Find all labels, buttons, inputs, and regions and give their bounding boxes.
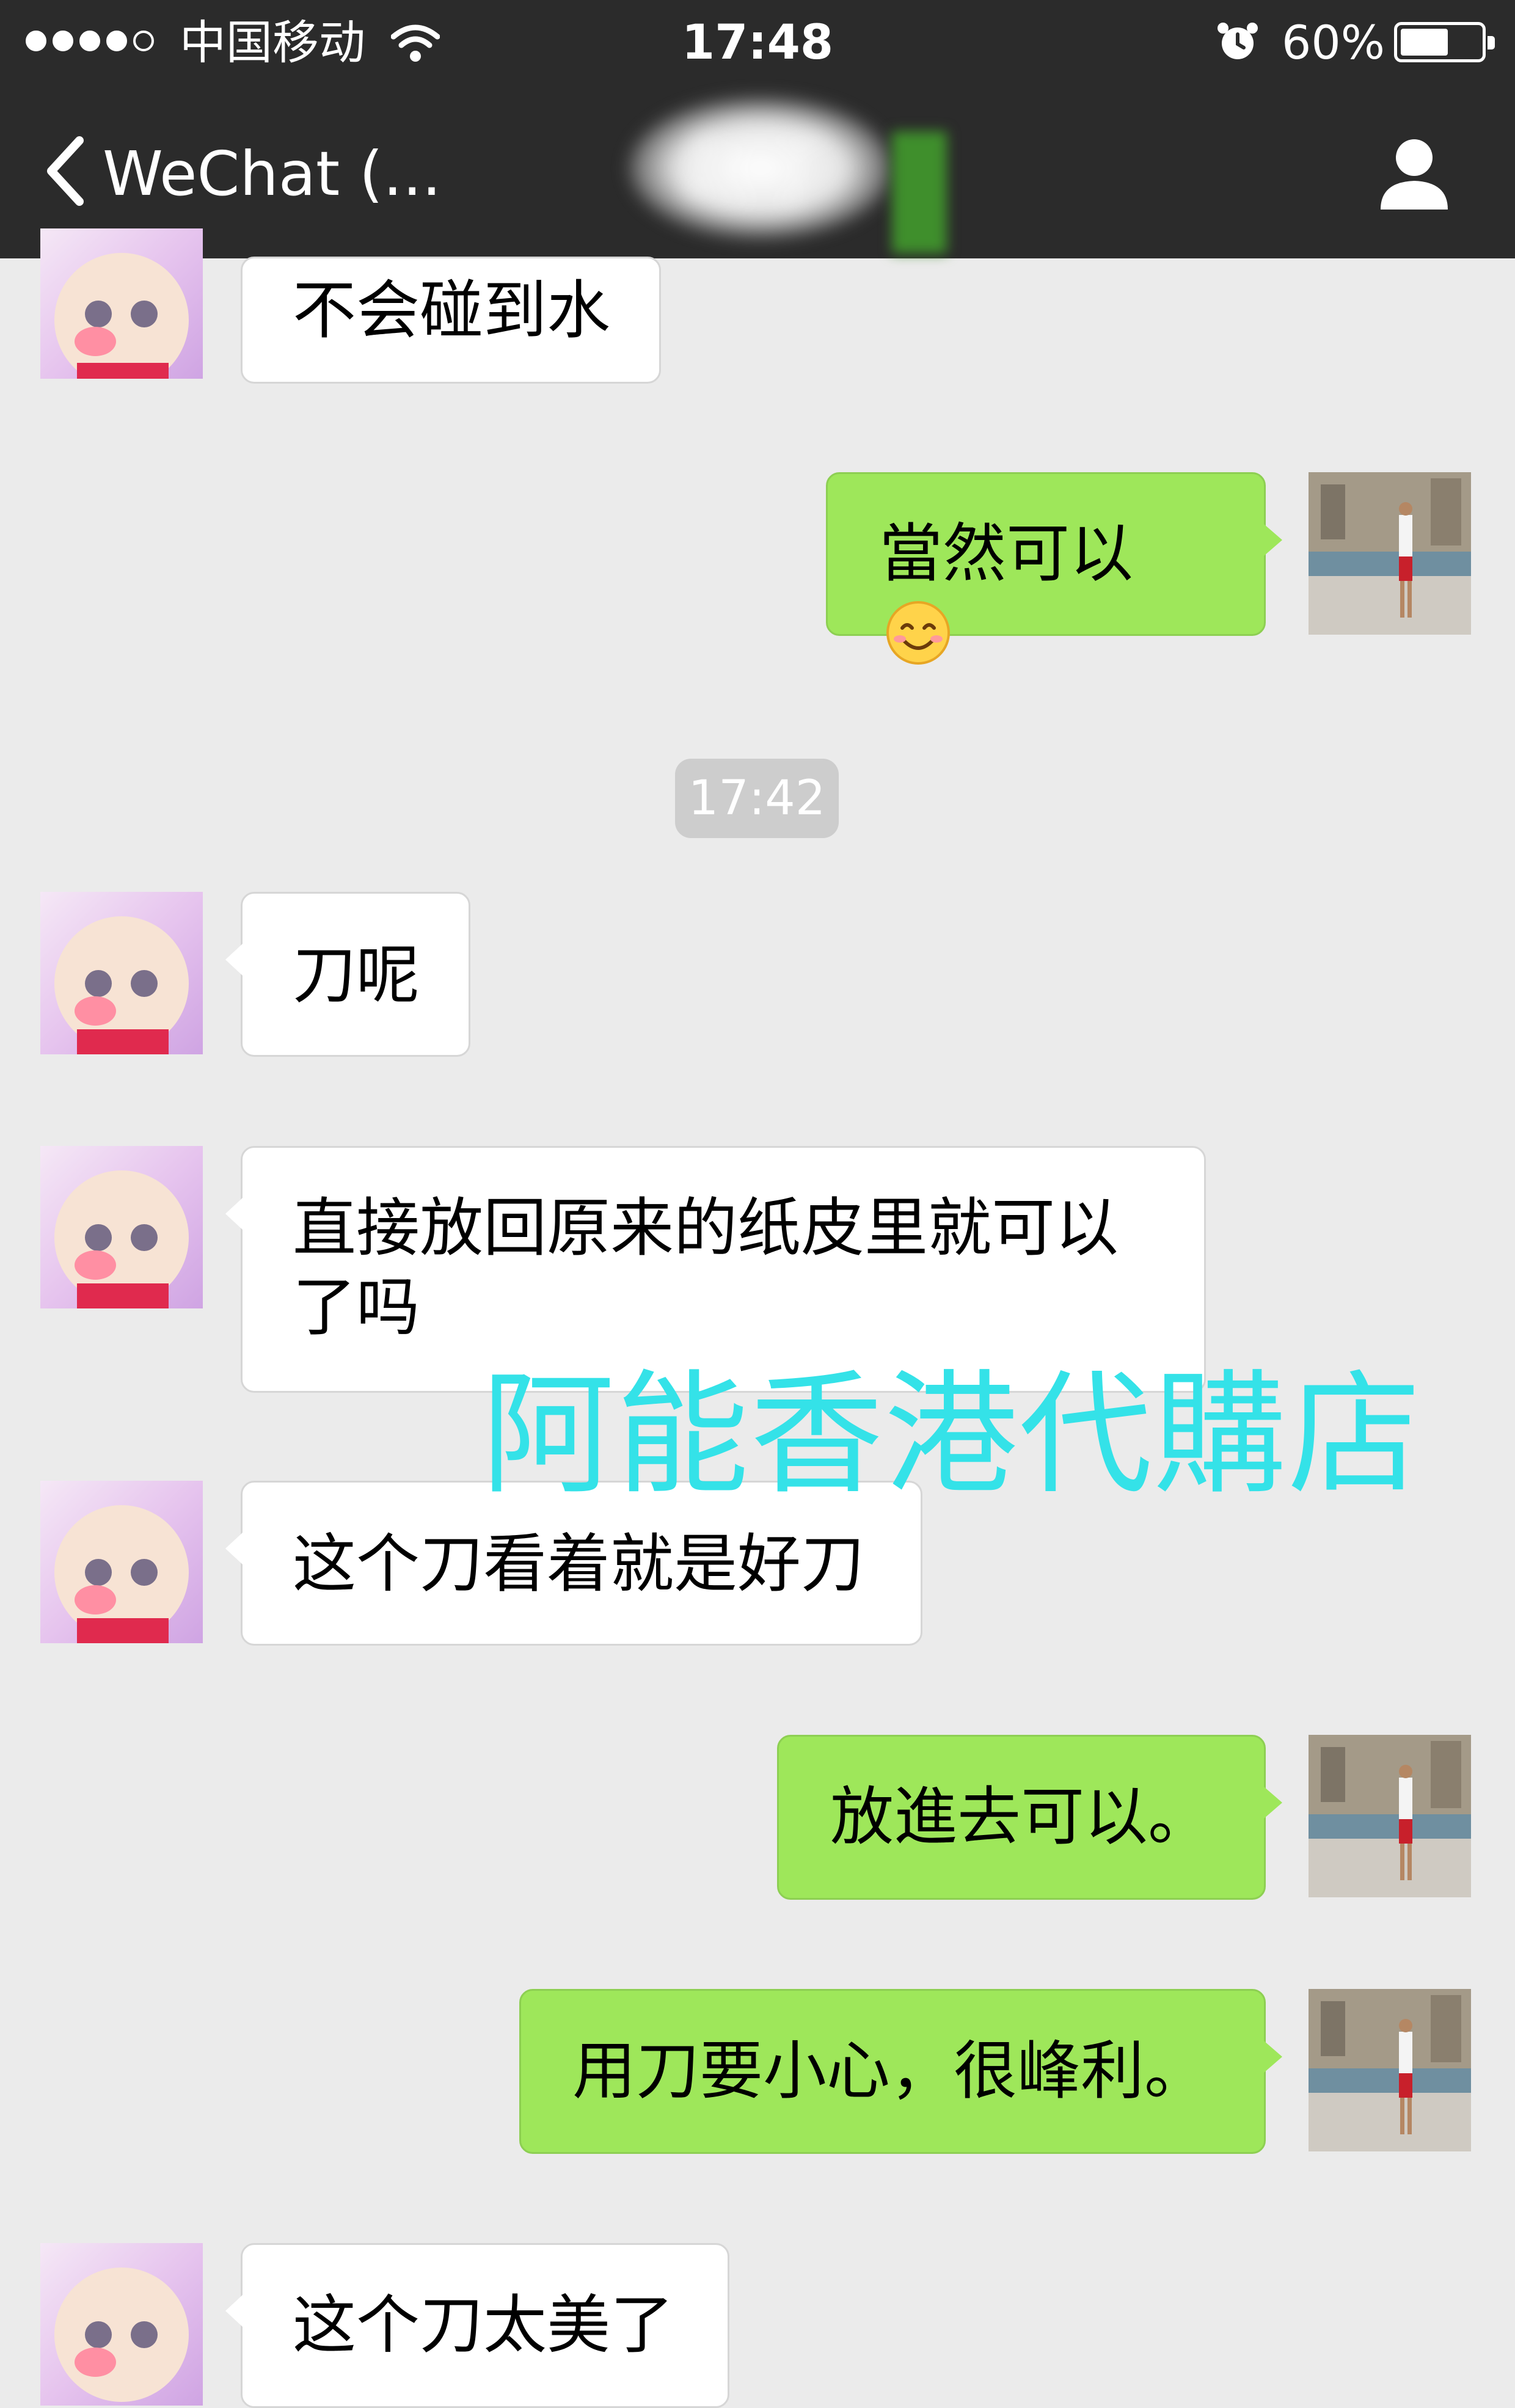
message-text-line: 了吗 [293,1270,420,1344]
message-text: 刀呢 [293,938,420,1012]
back-button[interactable]: WeChat (... [103,134,441,214]
chat-title: 赵丁 [684,128,831,213]
back-chevron-icon[interactable] [38,128,93,214]
message-bubble-received[interactable]: 刀呢 [225,892,470,1057]
message-text: 这个刀看着就是好刀 [293,1527,865,1601]
contact-avatar[interactable] [40,2243,203,2406]
battery-percent: 60% [1282,15,1385,70]
my-avatar[interactable] [1309,1989,1471,2151]
message-text: 这个刀太美了 [293,2288,674,2362]
contact-avatar[interactable] [40,892,203,1054]
alarm-icon [1217,23,1258,59]
message-text: 當然可以 [879,516,1134,591]
message-bubble-sent[interactable]: 用刀要小心，很峰利。 [519,1989,1282,2154]
battery-icon [1394,22,1495,62]
my-avatar[interactable] [1309,472,1471,635]
message-text: 放進去可以。 [830,1779,1212,1854]
message-text: 用刀要小心，很峰利。 [572,2034,1208,2108]
message-bubble-sent[interactable]: 放進去可以。 [777,1735,1282,1900]
title-blur-fragment [892,131,947,254]
watermark-text: 阿能香港代購店 [481,1358,1422,1512]
timestamp-pill: 17:42 [675,759,839,838]
message-bubble-received[interactable]: 这个刀太美了 [225,2243,729,2408]
contact-avatar[interactable] [40,1481,203,1643]
message-text-line: 直接放回原来的纸皮里就可以 [293,1191,1119,1265]
contact-profile-icon[interactable] [1374,133,1454,213]
message-bubble-sent[interactable]: 當然可以 [826,472,1282,665]
my-avatar[interactable] [1309,1735,1471,1897]
message-text: 不会碰到水 [293,273,611,348]
navigation-header: 中国移动 17:48 60% WeChat (... 赵丁 [0,0,1515,258]
smiley-emoji-icon [886,601,950,665]
contact-avatar[interactable] [40,228,203,379]
contact-avatar[interactable] [40,1146,203,1308]
message-bubble-received[interactable]: 不会碰到水 [241,257,662,384]
status-bar: 中国移动 17:48 60% [0,0,1515,86]
